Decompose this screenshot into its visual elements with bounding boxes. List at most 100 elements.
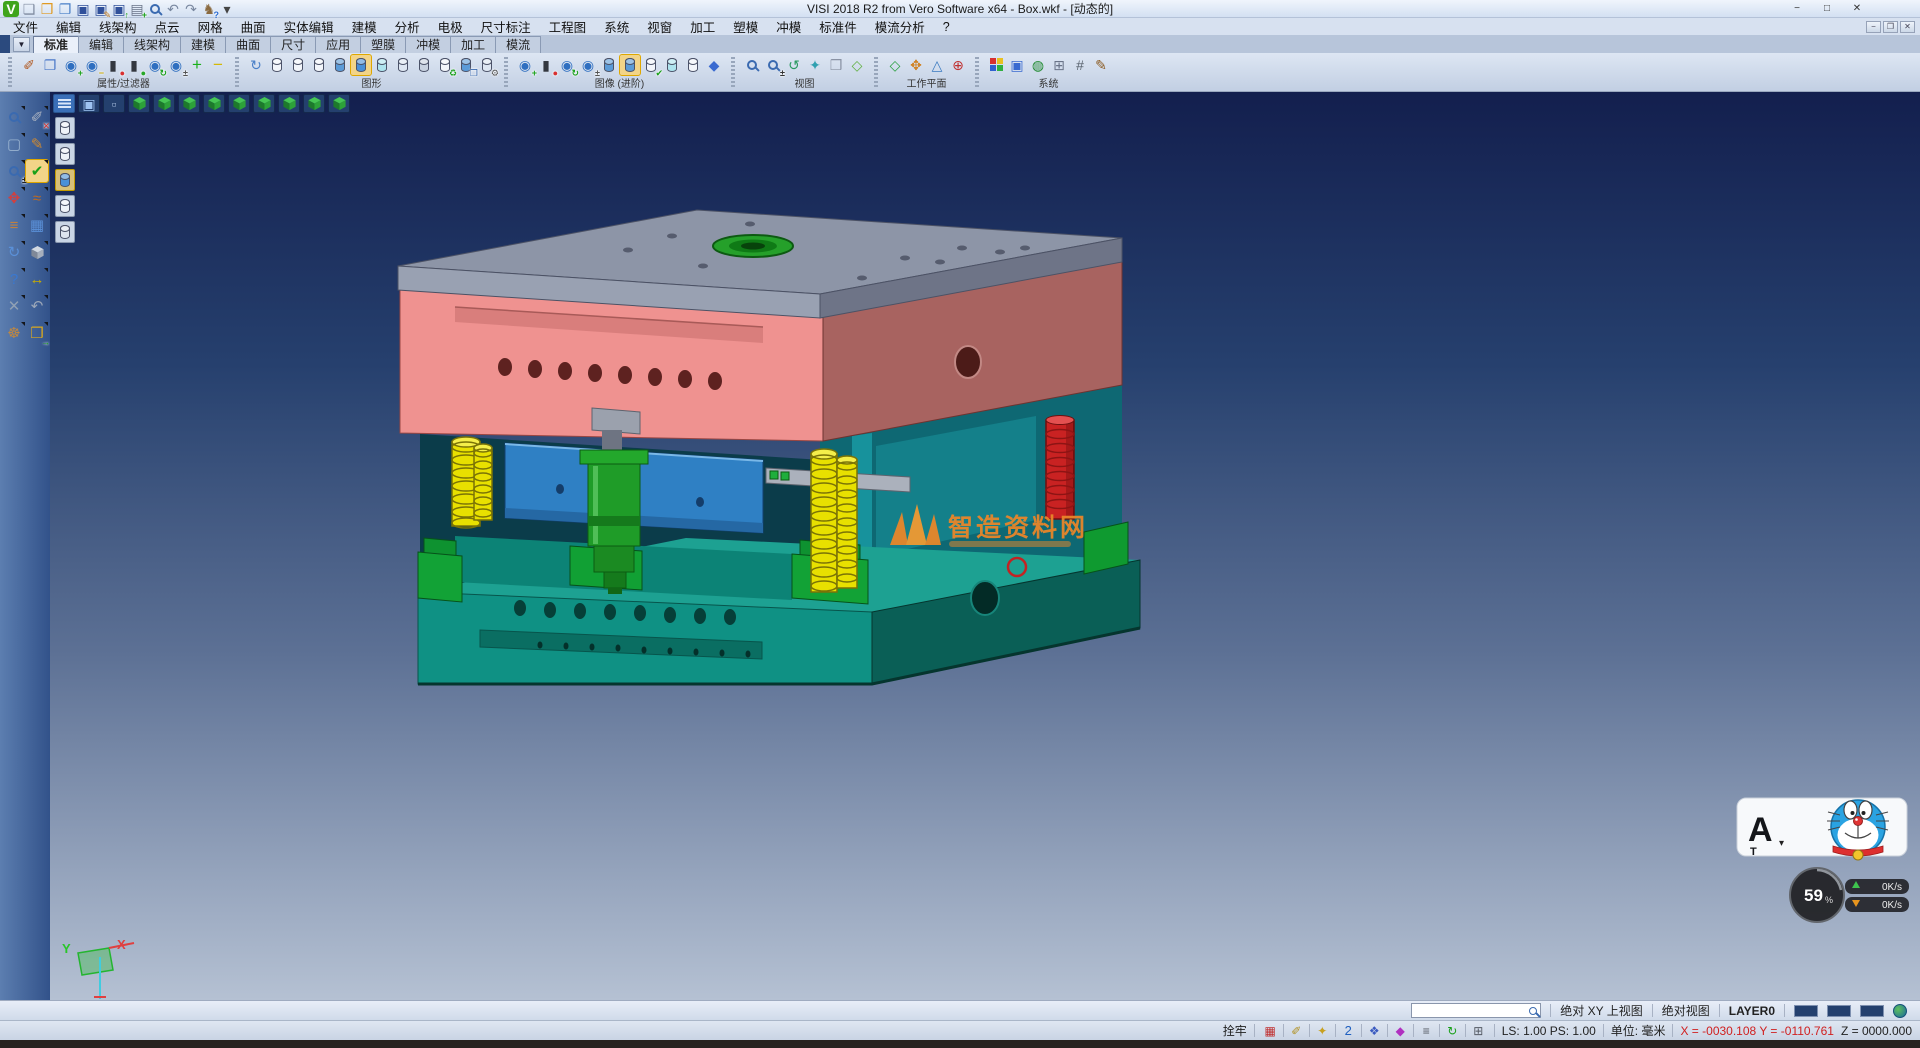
viewport-pin[interactable]: ▫ (103, 94, 125, 113)
undo[interactable]: ↶ (165, 1, 181, 17)
move-entity[interactable]: ✥ (3, 187, 25, 209)
context-help[interactable]: ? (3, 268, 25, 290)
menu-item-5[interactable]: 曲面 (232, 17, 275, 36)
regen-solids[interactable]: ♻ (435, 55, 455, 75)
status-autoregen[interactable]: ↻ (1444, 1022, 1461, 1039)
copy-graphics[interactable]: ❐ (456, 55, 476, 75)
mold-assembly-scene[interactable]: 智造资料网 Y X A ▾ T (50, 92, 1920, 1000)
child-restore-button[interactable]: ❐ (1883, 21, 1898, 33)
system-sketch[interactable]: ✎ (1091, 55, 1111, 75)
toolbar-handle-4[interactable] (874, 57, 878, 87)
layer-label[interactable]: LAYER0 (1729, 1004, 1775, 1018)
workplane-frame[interactable]: ▢ (3, 133, 25, 155)
menu-item-16[interactable]: 冲模 (767, 17, 810, 36)
mold-base-plate[interactable] (418, 536, 1140, 684)
tab-5[interactable]: 尺寸 (270, 36, 316, 53)
previous-view[interactable]: ↺ (784, 55, 804, 75)
locating-ring[interactable] (713, 235, 793, 257)
workplane-3points[interactable]: △ (927, 55, 947, 75)
qa-more[interactable]: ▾ (219, 1, 235, 17)
confirm-selection[interactable]: ✔ (26, 160, 48, 182)
regen-graphics[interactable]: ↻ (246, 55, 266, 75)
menu-item-19[interactable]: ? (934, 20, 959, 34)
save-as[interactable]: ▣✎ (93, 1, 109, 17)
strip-shaded[interactable] (55, 169, 75, 191)
tab-0[interactable]: 标准 (33, 36, 79, 53)
delete-entities[interactable]: ✕ (3, 295, 25, 317)
toolbar-handle-3[interactable] (731, 57, 735, 87)
print[interactable]: ▤+ (129, 1, 145, 17)
child-minimize-button[interactable]: − (1866, 21, 1881, 33)
view-mode-label[interactable]: 绝对 XY 上视图 (1560, 1002, 1642, 1019)
status-attributes[interactable]: ✦ (1314, 1022, 1331, 1039)
menu-item-12[interactable]: 系统 (595, 17, 638, 36)
hide-entities[interactable]: ◉− (82, 55, 102, 75)
view-isometric[interactable] (128, 94, 150, 113)
flat-mode[interactable] (393, 55, 413, 75)
app-logo[interactable]: V (3, 1, 19, 17)
minimize-button[interactable]: − (1784, 1, 1810, 16)
regen-view[interactable]: ↻ (3, 241, 25, 263)
color-swatch-2[interactable] (1827, 1005, 1851, 1017)
workplane-align[interactable]: ✥ (906, 55, 926, 75)
strip-wireframe[interactable] (55, 117, 75, 139)
status-notes[interactable]: ▦ (1262, 1022, 1279, 1039)
view-dimetric[interactable] (328, 94, 350, 113)
system-keypad[interactable]: # (1070, 55, 1090, 75)
strip-flat[interactable] (55, 195, 75, 217)
adv-shade-a[interactable] (599, 55, 619, 75)
new-file[interactable]: ❏ (21, 1, 37, 17)
status-toolkit[interactable]: ❖ (1366, 1022, 1383, 1039)
3d-viewport[interactable]: ▣▫ (50, 92, 1920, 1000)
return-spring-right[interactable] (811, 449, 857, 592)
import-file[interactable]: ❐ (57, 1, 73, 17)
adv-verify[interactable]: ✔ (641, 55, 661, 75)
menu-item-17[interactable]: 标准件 (810, 17, 866, 36)
color-swatch-1[interactable] (1794, 1005, 1818, 1017)
menu-item-9[interactable]: 电极 (429, 17, 472, 36)
save-file[interactable]: ▣ (75, 1, 91, 17)
zoom-window[interactable] (742, 55, 762, 75)
measure-distance[interactable]: ↔ (26, 268, 48, 290)
menu-item-11[interactable]: 工程图 (540, 17, 596, 36)
save-all[interactable]: ▣↑ (111, 1, 127, 17)
strip-hidden-line[interactable] (55, 143, 75, 165)
status-grid-snap[interactable]: ⊞ (1470, 1022, 1487, 1039)
workplane-normal[interactable]: ⊕ (948, 55, 968, 75)
refresh-visibility[interactable]: ◉↻ (145, 55, 165, 75)
view-left[interactable] (228, 94, 250, 113)
return-spring-left[interactable] (452, 437, 492, 528)
user-session[interactable]: ♞? (201, 1, 217, 17)
tab-8[interactable]: 冲模 (405, 36, 451, 53)
mes h-mode[interactable] (414, 55, 434, 75)
tab-10[interactable]: 模流 (495, 36, 541, 53)
adv-transparency[interactable] (662, 55, 682, 75)
repaint-view[interactable]: ✦ (805, 55, 825, 75)
toolbar-handle-0[interactable] (8, 57, 12, 87)
tab-6[interactable]: 应用 (315, 36, 361, 53)
menu-item-1[interactable]: 编辑 (47, 17, 90, 36)
filter-on[interactable]: ▮● (103, 55, 123, 75)
hidden-line-mode[interactable] (288, 55, 308, 75)
toggle-visibility[interactable]: ◉± (166, 55, 186, 75)
zoom-solid[interactable]: ± (3, 160, 25, 182)
undo-action[interactable]: ↶ (26, 295, 48, 317)
view-front[interactable] (178, 94, 200, 113)
copy-attributes[interactable]: ❐ (40, 55, 60, 75)
adv-toggle[interactable]: ◉± (578, 55, 598, 75)
export-file[interactable]: ❒→ (26, 322, 48, 344)
status-sketcher[interactable]: ✐ (1288, 1022, 1305, 1039)
status-levels[interactable]: ≡ (1418, 1022, 1435, 1039)
view-bottom[interactable] (278, 94, 300, 113)
menu-item-6[interactable]: 实体编辑 (275, 17, 343, 36)
globe-icon[interactable] (1893, 1004, 1907, 1018)
viewport-layout[interactable]: ▣ (78, 94, 100, 113)
view-back[interactable] (253, 94, 275, 113)
adv-shade-b[interactable] (620, 55, 640, 75)
close-button[interactable]: ✕ (1844, 1, 1870, 16)
overlay-card[interactable]: A ▾ T (1737, 798, 1907, 860)
navigation-helm[interactable]: ☸ (3, 322, 25, 344)
view-shading[interactable]: ❒ (826, 55, 846, 75)
workplane-standard[interactable]: ◇ (885, 55, 905, 75)
menu-item-4[interactable]: 网格 (189, 17, 232, 36)
